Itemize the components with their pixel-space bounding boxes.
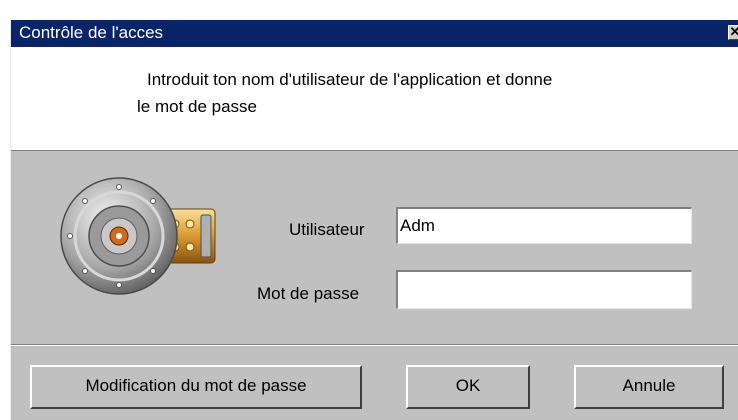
instruction-panel: Introduit ton nom d'utilisateur de l'app… [11,47,738,151]
access-control-dialog: Contrôle de l'acces ✕ Introduit ton nom … [10,20,738,420]
instruction-text-line1: Introduit ton nom d'utilisateur de l'app… [147,70,553,89]
close-icon[interactable]: ✕ [728,25,738,40]
instruction-text-line2: le mot de passe [137,97,258,116]
username-label: Utilisateur [289,220,365,239]
cancel-button[interactable]: Annule [574,365,724,409]
change-password-button[interactable]: Modification du mot de passe [30,365,362,409]
ok-button[interactable]: OK [406,365,530,409]
vault-lock-icon [60,177,216,295]
button-separator [11,344,738,346]
username-input[interactable] [396,207,692,244]
window-title: Contrôle de l'acces [19,23,164,42]
password-input[interactable] [396,270,692,309]
title-bar[interactable]: Contrôle de l'acces ✕ [11,20,738,47]
password-label: Mot de passe [257,284,360,303]
